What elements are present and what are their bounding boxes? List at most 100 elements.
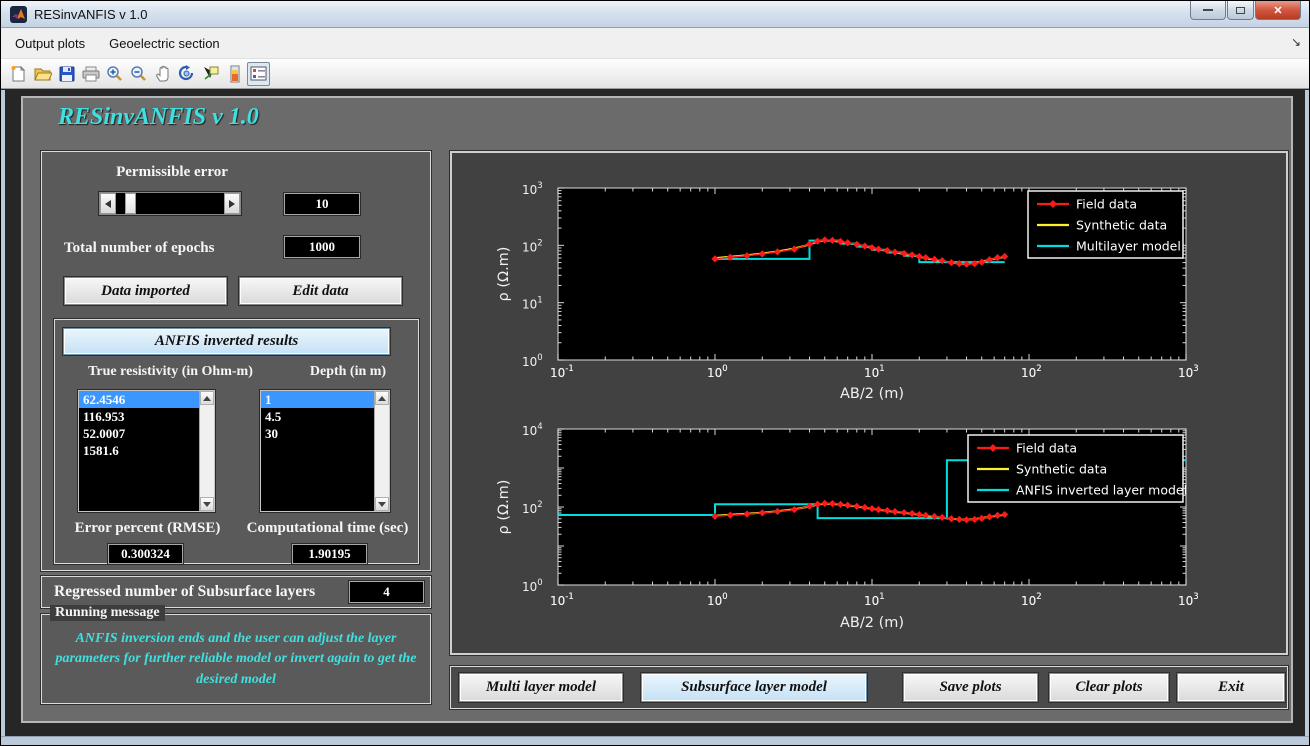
rotate-3d-icon[interactable]	[175, 62, 198, 86]
save-icon[interactable]	[55, 62, 78, 86]
anfis-results-panel: ANFIS inverted results True resistivity …	[54, 319, 419, 564]
colorbar-icon[interactable]	[223, 62, 246, 86]
title-bar: RESinvANFIS v 1.0 ✕	[1, 1, 1309, 28]
svg-text:Field data: Field data	[1016, 441, 1077, 456]
svg-text:100: 100	[522, 578, 543, 594]
main-panel: RESinvANFIS v 1.0 Permissible error Tota…	[21, 96, 1293, 723]
svg-text:104: 104	[522, 422, 543, 438]
svg-text:102: 102	[522, 238, 543, 254]
data-cursor-icon[interactable]	[199, 62, 222, 86]
scroll-down-icon[interactable]	[375, 497, 389, 511]
computational-time-field[interactable]	[292, 544, 367, 564]
pan-icon[interactable]	[151, 62, 174, 86]
list-item[interactable]: 4.5	[261, 408, 374, 425]
svg-text:AB/2 (m): AB/2 (m)	[840, 615, 904, 631]
data-imported-button[interactable]: Data imported	[64, 277, 227, 305]
listbox-scrollbar[interactable]	[374, 391, 389, 511]
minimize-button[interactable]	[1190, 1, 1226, 20]
close-button[interactable]: ✕	[1255, 1, 1301, 20]
list-item[interactable]: 62.4546	[79, 391, 199, 408]
matlab-logo-icon	[10, 6, 27, 23]
scroll-up-icon[interactable]	[200, 391, 214, 405]
plots-panel: 10-110010110210310010110210310-110010110…	[450, 151, 1288, 655]
menu-output-plots[interactable]: Output plots	[5, 32, 95, 55]
svg-text:101: 101	[522, 296, 543, 312]
depth-listbox[interactable]: 14.530	[260, 390, 390, 512]
list-item[interactable]: 1581.6	[79, 442, 199, 459]
permissible-error-field[interactable]	[284, 193, 360, 215]
resistivity-listbox[interactable]: 62.4546116.95352.00071581.6	[78, 390, 215, 512]
list-item[interactable]: 52.0007	[79, 425, 199, 442]
application-window: RESinvANFIS v 1.0 ✕ Output plots Geoelec…	[0, 0, 1310, 746]
new-figure-icon[interactable]	[7, 62, 30, 86]
edit-data-button[interactable]: Edit data	[239, 277, 402, 305]
running-message-panel: Running message ANFIS inversion ends and…	[41, 614, 431, 704]
listbox-scrollbar[interactable]	[199, 391, 214, 511]
window-title: RESinvANFIS v 1.0	[34, 7, 147, 22]
permissible-error-label: Permissible error	[102, 164, 242, 181]
svg-text:100: 100	[707, 592, 728, 608]
svg-text:101: 101	[864, 364, 885, 380]
footer-button-strip: Multi layer model Subsurface layer model…	[450, 666, 1288, 709]
svg-text:Synthetic data: Synthetic data	[1076, 218, 1167, 233]
svg-text:102: 102	[1021, 592, 1042, 608]
permissible-error-slider[interactable]	[99, 192, 241, 215]
anfis-inverted-results-button[interactable]: ANFIS inverted results	[63, 328, 390, 355]
svg-text:100: 100	[707, 364, 728, 380]
slider-left-arrow[interactable]	[100, 193, 116, 214]
running-message-title: Running message	[50, 605, 165, 621]
subsurface-layer-model-button[interactable]: Subsurface layer model	[641, 673, 867, 702]
svg-text:102: 102	[522, 500, 543, 516]
svg-text:ANFIS inverted layer model: ANFIS inverted layer model	[1016, 483, 1187, 498]
list-item[interactable]: 30	[261, 425, 374, 442]
svg-text:10-1: 10-1	[550, 592, 574, 608]
menu-bar: Output plots Geoelectric section	[1, 28, 1309, 59]
regressed-layers-panel: Regressed number of Subsurface layers	[41, 576, 431, 608]
epochs-field[interactable]	[284, 236, 360, 258]
svg-text:101: 101	[864, 592, 885, 608]
exit-button[interactable]: Exit	[1177, 673, 1285, 702]
slider-thumb[interactable]	[125, 193, 136, 214]
svg-text:AB/2 (m): AB/2 (m)	[840, 386, 904, 402]
regressed-layers-label: Regressed number of Subsurface layers	[54, 583, 315, 601]
svg-text:103: 103	[522, 181, 543, 197]
multilayer-model-chart: 10-110010110210310010110210310-110010110…	[452, 153, 1290, 413]
depth-header: Depth (in m)	[283, 364, 413, 380]
zoom-in-icon[interactable]	[103, 62, 126, 86]
epochs-label: Total number of epochs	[64, 240, 214, 257]
multi-layer-model-button[interactable]: Multi layer model	[459, 673, 623, 702]
svg-text:ρ (Ω.m): ρ (Ω.m)	[496, 247, 512, 302]
menu-geoelectric-section[interactable]: Geoelectric section	[99, 32, 230, 55]
figure-toolbar	[1, 59, 1309, 89]
open-file-icon[interactable]	[31, 62, 54, 86]
print-icon[interactable]	[79, 62, 102, 86]
clear-plots-button[interactable]: Clear plots	[1049, 673, 1169, 702]
error-percent-field[interactable]	[108, 544, 183, 564]
anfis-layer-model-chart: 10-110010110210310010210410-110010110210…	[452, 419, 1290, 657]
insert-legend-icon[interactable]	[247, 62, 270, 86]
figure-area: RESinvANFIS v 1.0 Permissible error Tota…	[1, 90, 1309, 736]
list-item[interactable]: 1	[261, 391, 374, 408]
svg-text:ρ (Ω.m): ρ (Ω.m)	[496, 480, 512, 535]
error-percent-label: Error percent (RMSE)	[55, 520, 240, 537]
svg-text:Field data: Field data	[1076, 197, 1137, 212]
zoom-out-icon[interactable]	[127, 62, 150, 86]
scroll-up-icon[interactable]	[375, 391, 389, 405]
svg-text:100: 100	[522, 353, 543, 369]
window-bottom-border	[1, 736, 1309, 745]
resistivity-header: True resistivity (in Ohm-m)	[63, 364, 278, 380]
regressed-layers-field[interactable]	[349, 581, 424, 603]
svg-text:103: 103	[1178, 364, 1199, 380]
running-message-text: ANFIS inversion ends and the user can ad…	[50, 629, 422, 690]
list-item[interactable]: 116.953	[79, 408, 199, 425]
scroll-down-icon[interactable]	[200, 497, 214, 511]
slider-right-arrow[interactable]	[224, 193, 240, 214]
save-plots-button[interactable]: Save plots	[903, 673, 1038, 702]
svg-text:Synthetic data: Synthetic data	[1016, 462, 1107, 477]
maximize-button[interactable]	[1227, 1, 1254, 20]
svg-text:103: 103	[1178, 592, 1199, 608]
computational-time-label: Computational time (sec)	[235, 520, 420, 537]
svg-text:Multilayer model: Multilayer model	[1076, 239, 1181, 254]
svg-text:102: 102	[1021, 364, 1042, 380]
dock-figure-icon[interactable]: ↘	[1291, 35, 1301, 49]
